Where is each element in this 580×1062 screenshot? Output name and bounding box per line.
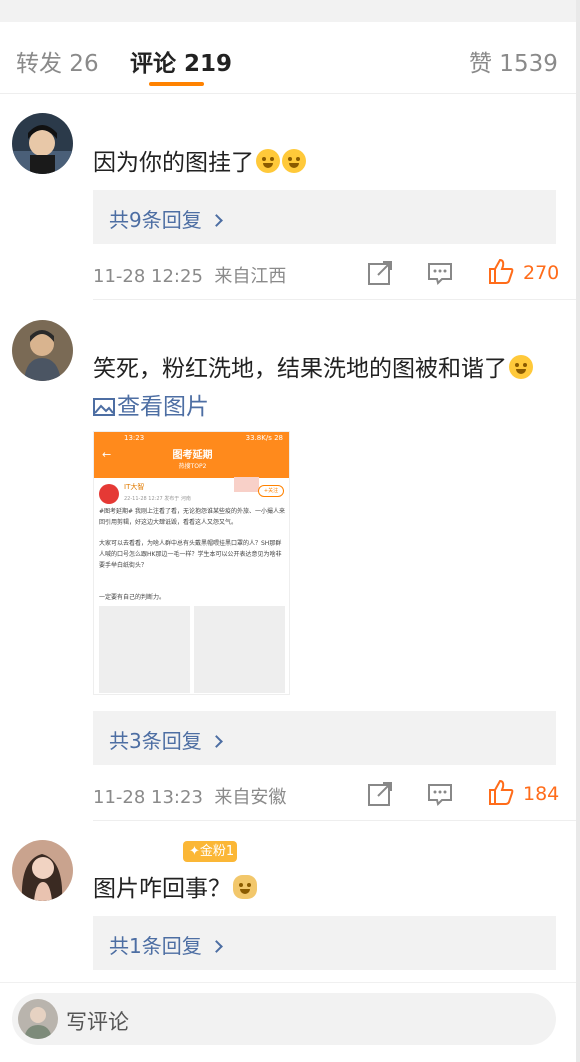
chevron-right-icon [209,735,223,748]
tab-comments[interactable]: 评论 219 [130,44,232,78]
divider [93,820,576,821]
comment-icon[interactable] [426,780,454,808]
reply-box[interactable]: 共1条回复 [93,916,556,970]
reply-box[interactable]: 共3条回复 [93,711,556,765]
fan-badge: ✦金粉1 [183,841,237,862]
fan-badge-icon: ✦ [189,844,200,859]
embedded-paragraph: 一定要有自己的判断力。 [99,594,166,601]
laugh-cry-emoji-icon [509,355,533,379]
laugh-cry-emoji-icon [282,149,306,173]
embedded-subtitle: 热搜TOP2 [178,463,207,470]
broken-image-placeholder [99,606,190,693]
embedded-header: 13:23 33.8K/s 28 ← 图考延期 热搜TOP2 [94,432,289,478]
avatar[interactable] [12,113,73,174]
laugh-cry-emoji-icon [256,149,280,173]
embedded-avatar [99,484,119,504]
comment-icon[interactable] [426,259,454,287]
view-replies-link[interactable]: 共1条回复 [109,930,223,959]
tab-active-indicator [149,82,204,86]
comment-text: 因为你的图挂了 [93,146,306,180]
reply-box[interactable]: 共9条回复 [93,190,556,244]
embedded-title: 图考延期 [172,450,213,461]
like-icon[interactable] [487,257,515,285]
avatar[interactable] [12,840,73,901]
embedded-follow: +关注 [258,485,284,497]
tab-likes[interactable]: 赞 1539 [469,44,558,78]
comment-text: 图片咋回事？ [93,872,257,906]
view-replies-link[interactable]: 共3条回复 [109,725,223,754]
comment-composer: 写评论 [0,982,576,1062]
scroll-edge [576,0,580,1062]
embedded-banner [234,477,259,492]
my-avatar [18,999,58,1039]
embedded-screenshot[interactable]: 13:23 33.8K/s 28 ← 图考延期 热搜TOP2 IT大智 22-11… [93,431,290,695]
view-replies-link[interactable]: 共9条回复 [109,204,223,233]
top-strip [0,0,580,22]
comment-text: 笑死，粉红洗地，结果洗地的图被和谐了 [93,352,533,386]
divider [93,299,576,300]
embedded-date: 22-11-28 12:27 发布于 河南 [124,496,191,502]
like-count: 184 [523,783,560,805]
view-image-link[interactable]: 查看图片 [93,387,209,421]
like-count: 270 [523,262,560,284]
chevron-right-icon [209,214,223,227]
embedded-paragraph: 大家可以去看看，为啥人群中总有头戴黑帽喂挂黑口罩的人？SH那群人喊的口号怎么跟H… [99,540,282,569]
like-icon[interactable] [487,778,515,806]
broken-image-placeholder [194,606,285,693]
share-icon[interactable] [366,780,394,808]
comment-input[interactable]: 写评论 [12,993,556,1045]
comment-meta: 11-28 12:25 来自江西 [93,266,287,287]
embedded-author: IT大智 [124,483,145,491]
tab-repost[interactable]: 转发 26 [16,44,99,78]
chevron-right-icon [209,940,223,953]
tab-bar: 转发 26 评论 219 赞 1539 [0,22,576,94]
avatar[interactable] [12,320,73,381]
doge-emoji-icon [233,875,257,899]
comment-meta: 11-28 13:23 来自安徽 [93,787,287,808]
comment-input-placeholder: 写评论 [66,1010,129,1034]
image-icon [93,398,115,416]
embedded-paragraph: #图考延期# 我刚上注看了看，无论抱怨谁某些疫的外旅、一小撮人来回引用剪辑，好这… [99,508,285,526]
share-icon[interactable] [366,259,394,287]
